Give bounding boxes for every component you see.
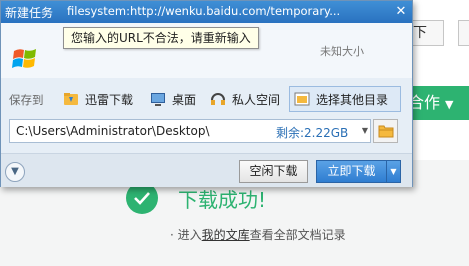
save-to-label: 保存到 <box>9 93 44 107</box>
xunlei-folder-icon <box>64 93 78 105</box>
task-url: filesystem:http://wenku.baidu.com/tempor… <box>67 4 341 18</box>
dialog-title: 新建任务 <box>5 6 54 20</box>
my-library-link[interactable]: 我的文库 <box>202 228 250 242</box>
new-task-dialog: 新建任务 filesystem:http://wenku.baidu.com/t… <box>0 0 413 187</box>
file-type-icon <box>11 47 39 71</box>
close-icon: ✕ <box>395 4 407 19</box>
desktop-icon <box>151 93 165 106</box>
caret-down-icon: ▼ <box>445 98 454 111</box>
chevron-down-icon: ▼ <box>11 166 19 177</box>
private-space-icon <box>211 93 225 105</box>
download-options-dropdown[interactable]: ▼ <box>386 160 401 183</box>
expand-options-button[interactable]: ▼ <box>5 162 25 182</box>
location-desktop[interactable]: 桌面 <box>146 86 200 112</box>
location-xunlei-download[interactable]: 迅雷下载 <box>59 86 137 112</box>
close-button[interactable]: ✕ <box>392 3 410 21</box>
hint-prefix: · 进入 <box>170 228 202 242</box>
free-space: 剩余:2.22GB <box>276 126 349 140</box>
save-path-input[interactable]: C:\Users\Administrator\Desktop\ 剩余:2.22G… <box>9 119 371 143</box>
path-dropdown-arrow-icon[interactable]: ▼ <box>359 120 371 142</box>
location-private-space[interactable]: 私人空间 <box>206 86 284 112</box>
file-size: 未知大小 <box>320 45 364 58</box>
save-path-value: C:\Users\Administrator\Desktop\ <box>16 124 210 138</box>
idle-download-button[interactable]: 空闲下载 <box>239 160 308 183</box>
background-top-button[interactable]: 下 <box>410 20 444 46</box>
open-folder-icon <box>378 125 393 138</box>
location-label: 私人空间 <box>232 92 281 107</box>
location-other-folder[interactable]: 选择其他目录 <box>289 86 401 112</box>
library-hint: · 进入我的文库查看全部文档记录 <box>170 226 346 243</box>
location-label: 桌面 <box>172 92 197 107</box>
location-label: 选择其他目录 <box>316 92 389 107</box>
chevron-down-icon: ▼ <box>390 167 397 176</box>
invalid-url-tooltip: 您输入的URL不合法，请重新输入 <box>63 27 259 49</box>
location-label: 迅雷下载 <box>85 92 134 107</box>
download-now-button[interactable]: 立即下载 <box>316 160 387 183</box>
background-top-button-edge[interactable] <box>458 20 469 46</box>
hint-suffix: 查看全部文档记录 <box>249 228 346 242</box>
success-text: 下载成功! <box>178 187 267 212</box>
other-folder-icon <box>294 92 310 106</box>
browse-folder-button[interactable] <box>373 119 398 143</box>
